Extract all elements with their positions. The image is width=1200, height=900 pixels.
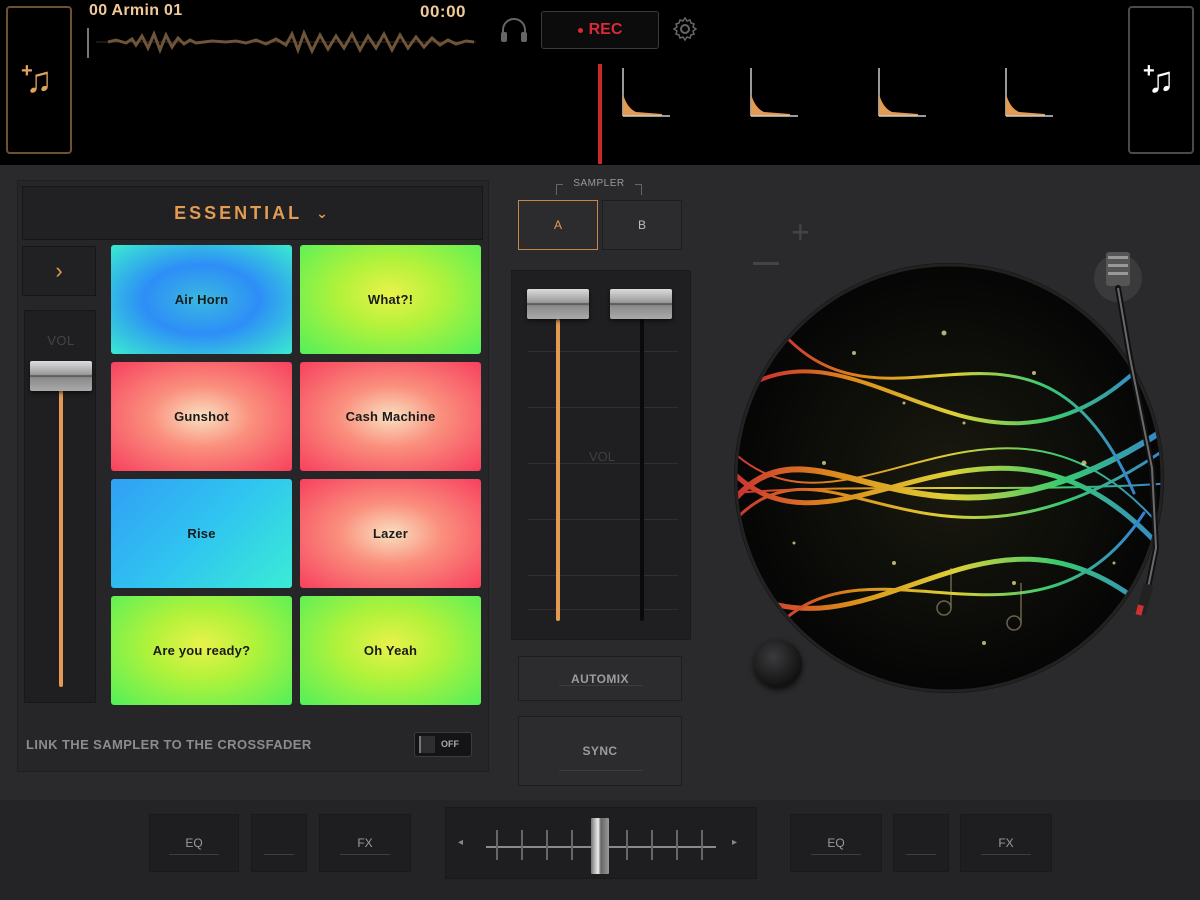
fader-gridline <box>528 351 678 352</box>
automix-button[interactable]: AUTOMIX <box>518 656 682 701</box>
crossfader[interactable]: ◂ ▸ <box>445 807 757 879</box>
fader-gridline <box>528 519 678 520</box>
volume-knob[interactable] <box>30 361 92 391</box>
sample-waveform-3 <box>878 68 926 117</box>
deck-a-volume-track <box>556 319 560 621</box>
deck-top-bar: + ♫ 00 Armin 01 00:00 REC + ♫ <box>0 0 1200 165</box>
sample-pad-lazer[interactable]: Lazer <box>300 479 481 588</box>
eq-label: EQ <box>185 836 203 850</box>
crossfader-tick <box>521 830 523 860</box>
sampler-caption: SAMPLER <box>556 178 642 195</box>
tab-a-label: A <box>553 218 562 232</box>
playhead-marker <box>598 64 602 164</box>
sample-pad-gunshot[interactable]: Gunshot <box>111 362 292 471</box>
arrow-right-icon[interactable]: ▸ <box>732 837 737 848</box>
pad-label: Lazer <box>373 526 408 541</box>
tonearm <box>1094 252 1160 616</box>
sample-pad-what[interactable]: What?! <box>300 245 481 354</box>
deck-a-fx-button[interactable]: FX <box>319 814 411 872</box>
sync-button[interactable]: SYNC <box>518 716 682 786</box>
volume-label: VOL <box>47 333 75 348</box>
preset-label: ESSENTIAL <box>174 202 303 223</box>
fader-gridline <box>528 575 678 576</box>
track-title: 00 Armin 01 <box>89 2 183 19</box>
plus-icon: + <box>21 60 33 82</box>
arrow-left-icon[interactable]: ◂ <box>458 837 463 848</box>
tab-b-label: B <box>637 218 646 232</box>
sampler-volume-slider[interactable]: VOL <box>24 310 96 703</box>
volume-label: VOL <box>588 449 615 464</box>
fader-gridline <box>528 609 678 610</box>
pad-label: What?! <box>367 292 414 307</box>
deck-b-volume-track <box>640 319 644 621</box>
fx-label: FX <box>998 836 1014 850</box>
crossfader-tick <box>701 830 703 860</box>
plus-icon: + <box>1143 60 1155 82</box>
pad-label: Cash Machine <box>345 409 436 424</box>
sampler-tab-b[interactable]: B <box>602 200 682 250</box>
pad-label: Gunshot <box>174 409 229 424</box>
fx-label: FX <box>357 836 373 850</box>
crossfader-knob[interactable] <box>591 818 609 874</box>
sample-pad-cash-machine[interactable]: Cash Machine <box>300 362 481 471</box>
toggle-state: OFF <box>441 739 459 749</box>
sample-waveform-4 <box>1005 68 1053 117</box>
deck-b-blank-button[interactable] <box>893 814 949 872</box>
crossfader-tick <box>626 830 628 860</box>
pitch-plus-icon[interactable]: + <box>791 214 810 251</box>
sampler-preset-dropdown[interactable]: ESSENTIAL ⌄ <box>22 186 483 240</box>
deck-b-fx-button[interactable]: FX <box>960 814 1052 872</box>
track-waveform-overview[interactable] <box>86 24 478 60</box>
pad-label: Are you ready? <box>152 643 251 658</box>
crossfader-tick <box>546 830 548 860</box>
settings-gear-icon[interactable] <box>672 16 698 42</box>
crossfader-tick <box>676 830 678 860</box>
record-label: REC <box>588 21 623 38</box>
sample-pad-oh-yeah[interactable]: Oh Yeah <box>300 596 481 705</box>
track-time: 00:00 <box>420 2 466 21</box>
sample-waveform-2 <box>750 68 798 117</box>
sample-waveform-1 <box>622 68 670 117</box>
record-button[interactable]: REC <box>541 11 659 49</box>
sample-pad-air-horn[interactable]: Air Horn <box>111 245 292 354</box>
cue-knob[interactable] <box>754 640 802 688</box>
crossfader-tick <box>571 830 573 860</box>
sampler-tab-a[interactable]: A <box>518 200 598 250</box>
fader-gridline <box>528 407 678 408</box>
volume-track <box>59 377 63 687</box>
add-track-left-button[interactable]: + ♫ <box>6 6 72 154</box>
pad-label: Rise <box>187 526 216 541</box>
chevron-right-icon: › <box>55 258 63 283</box>
link-crossfader-label: LINK THE SAMPLER TO THE CROSSFADER <box>26 737 312 752</box>
deck-a-volume-knob[interactable] <box>527 289 589 319</box>
deck-b-eq-button[interactable]: EQ <box>790 814 882 872</box>
next-page-button[interactable]: › <box>22 246 96 296</box>
crossfader-tick <box>496 830 498 860</box>
record-dot-icon <box>577 27 583 33</box>
add-track-right-button[interactable]: + ♫ <box>1128 6 1194 154</box>
headphone-icon[interactable] <box>499 16 529 44</box>
crossfader-tick <box>651 830 653 860</box>
chevron-down-icon: ⌄ <box>316 204 331 221</box>
deck-volume-faders: VOL <box>511 270 691 640</box>
toggle-thumb <box>419 736 435 753</box>
pad-label: Oh Yeah <box>363 643 418 658</box>
sample-pad-are-you-ready[interactable]: Are you ready? <box>111 596 292 705</box>
deck-a-blank-button[interactable] <box>251 814 307 872</box>
deck-a-eq-button[interactable]: EQ <box>149 814 239 872</box>
deck-b-volume-knob[interactable] <box>610 289 672 319</box>
sync-label: SYNC <box>582 744 618 758</box>
automix-label: AUTOMIX <box>571 671 629 686</box>
link-crossfader-toggle[interactable]: OFF <box>414 732 472 757</box>
pad-label: Air Horn <box>174 292 229 307</box>
sample-pad-rise[interactable]: Rise <box>111 479 292 588</box>
eq-label: EQ <box>827 836 845 850</box>
